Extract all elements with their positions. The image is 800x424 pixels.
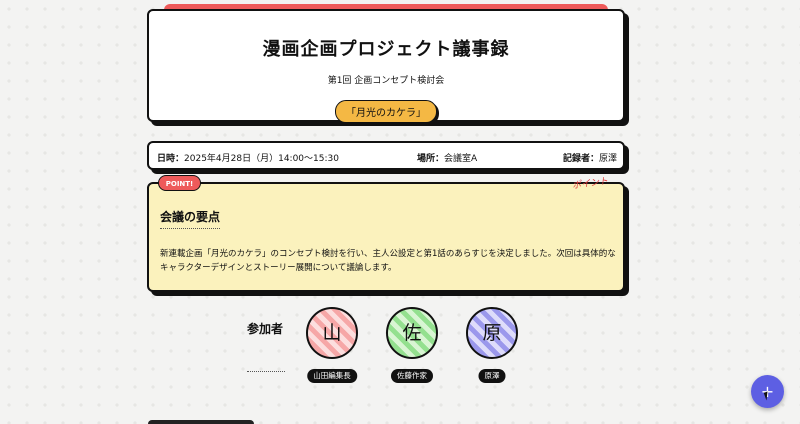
project-tag: 「月光のカケラ」	[335, 100, 437, 123]
avatar-harasawa[interactable]: 原	[466, 307, 518, 359]
page-title: 漫画企画プロジェクト議事録	[262, 39, 510, 60]
meeting-place: 場所：会議室A	[417, 151, 477, 164]
summary-card: 会議の要点 新連載企画「月光のカケラ」のコンセプト検討を行い、主人公設定と第1話…	[147, 182, 625, 292]
meeting-info-bar: 日時：2025年4月28日（月）14:00〜15:30 場所：会議室A 記録者：…	[147, 141, 625, 170]
participant-name: 原澤	[478, 369, 506, 383]
participant-name: 佐藤作家	[391, 369, 433, 383]
avatar-yamada[interactable]: 山	[306, 307, 358, 359]
recorder-label: 記録者：	[563, 154, 600, 164]
recorder-value: 原澤	[599, 154, 618, 164]
point-badge: POINT!	[158, 175, 201, 191]
participant-name: 山田編集長	[307, 369, 357, 383]
avatar-sato[interactable]: 佐	[386, 307, 438, 359]
meeting-date: 日時：2025年4月28日（月）14:00〜15:30	[157, 151, 339, 164]
participants-label: 参加者	[247, 322, 284, 336]
participants-divider	[247, 371, 285, 372]
place-value: 会議室A	[444, 154, 478, 164]
summary-text: 新連載企画「月光のカケラ」のコンセプト検討を行い、主人公設定と第1話のあらすじを…	[160, 249, 616, 274]
summary-title: 会議の要点	[160, 208, 221, 229]
date-value: 2025年4月28日（月）14:00〜15:30	[184, 154, 339, 164]
place-label: 場所：	[417, 154, 445, 164]
next-card-edge	[148, 420, 254, 424]
page-subtitle: 第1回 企画コンセプト検討会	[327, 76, 445, 86]
header-card: 漫画企画プロジェクト議事録 第1回 企画コンセプト検討会 「月光のカケラ」	[147, 9, 625, 123]
date-label: 日時：	[157, 154, 185, 164]
meeting-recorder: 記録者：原澤	[563, 151, 617, 164]
